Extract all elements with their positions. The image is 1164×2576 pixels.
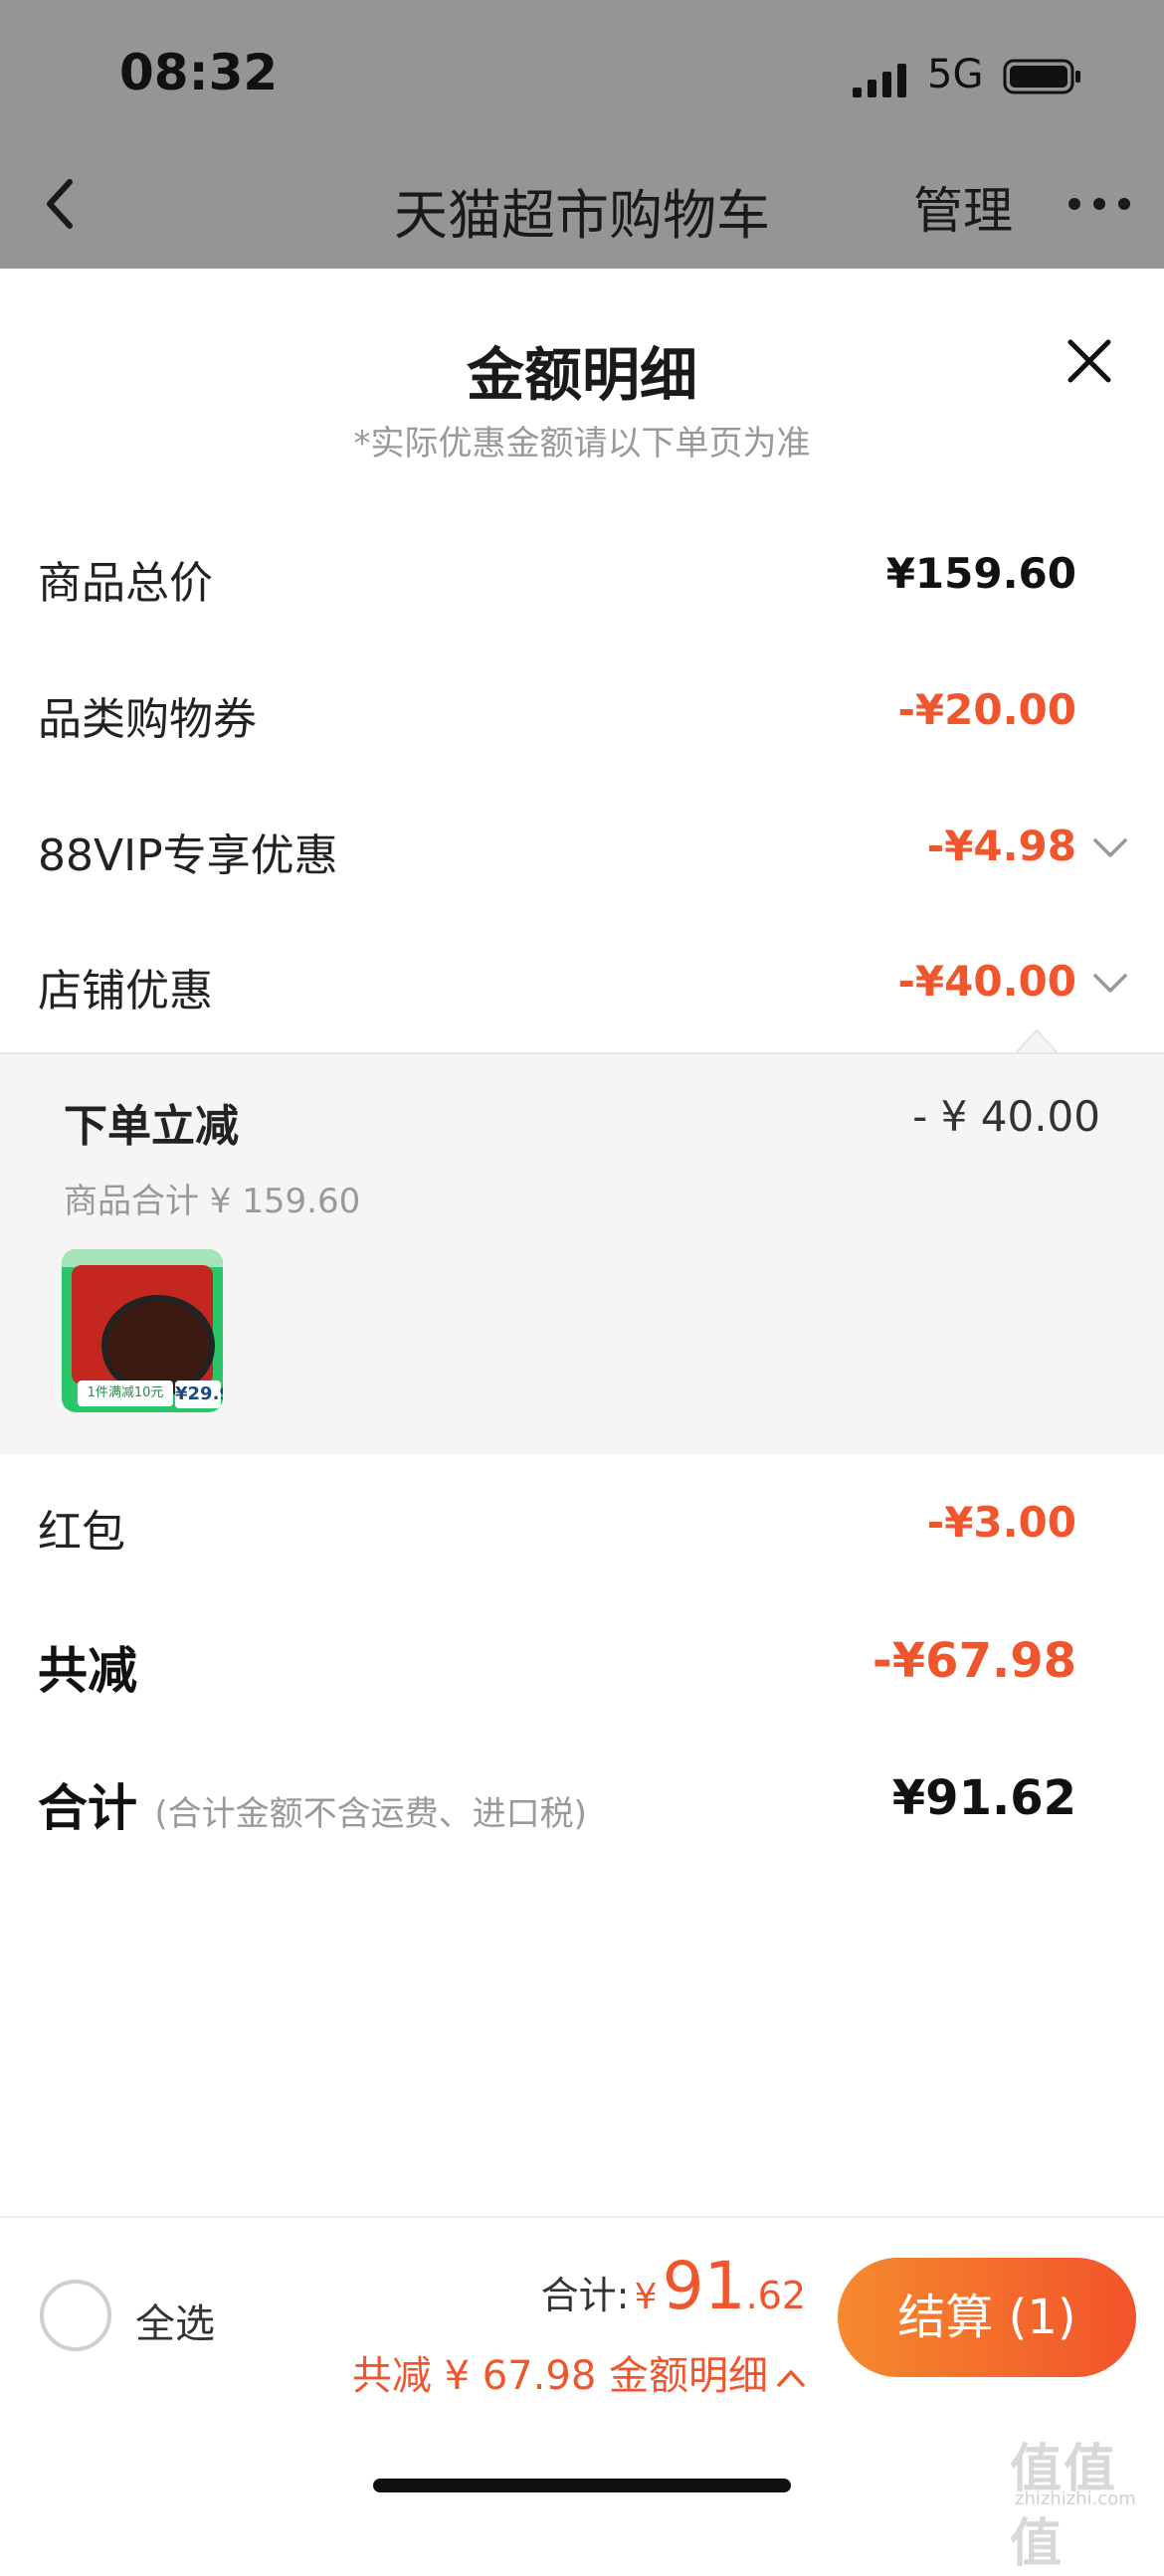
sheet-note: *实际优惠金额请以下单页为准 — [353, 424, 811, 463]
row-value: -¥67.98 — [872, 1633, 1076, 1689]
dimmed-header: 08:32 5G 天猫超市购物车 管理 — [0, 0, 1164, 269]
discount-subtotal: 商品合计 ¥ 159.60 — [64, 1182, 361, 1221]
discount-amount: - ¥ 40.00 — [912, 1092, 1100, 1141]
close-icon[interactable] — [1065, 336, 1114, 386]
total-integer: 91 — [662, 2248, 746, 2324]
row-value: ¥91.62 — [891, 1770, 1076, 1826]
product-thumbnail[interactable]: 1件满减10元 ¥29.9 — [62, 1249, 223, 1412]
more-icon[interactable] — [1065, 189, 1134, 219]
row-value: -¥40.00 — [897, 957, 1076, 1006]
store-discount-panel: 下单立减 - ¥ 40.00 商品合计 ¥ 159.60 1件满减10元 ¥29… — [0, 1052, 1164, 1454]
network-type: 5G — [927, 52, 984, 97]
watermark-text: zhizhizhi.com — [1015, 2488, 1136, 2509]
row-total-saved: 共减 -¥67.98 — [0, 1619, 1164, 1700]
row-value: ¥159.60 — [885, 549, 1076, 598]
chevron-up-icon[interactable] — [776, 2368, 806, 2388]
total-decimal: .62 — [745, 2274, 806, 2317]
manage-button[interactable]: 管理 — [913, 171, 1013, 243]
amount-detail-sheet: 金额明细 *实际优惠金额请以下单页为准 商品总价 ¥159.60 品类购物券 -… — [0, 269, 1164, 2518]
battery-icon — [1003, 59, 1080, 94]
thumb-price: ¥29.9 — [175, 1380, 223, 1408]
row-label: 合计 (合计金额不含运费、进口税) — [38, 1768, 587, 1840]
row-value: -¥3.00 — [926, 1498, 1076, 1547]
chevron-down-icon[interactable] — [1092, 973, 1128, 995]
thumb-badge: 1件满减10元 — [78, 1380, 173, 1406]
row-label: 商品总价 — [38, 558, 213, 609]
saved-text: 共减 ¥ 67.98 金额明细 — [351, 2353, 768, 2399]
row-label: 共减 — [38, 1642, 137, 1700]
select-all-radio[interactable] — [40, 2280, 111, 2351]
row-store-discount[interactable]: 店铺优惠 -¥40.00 — [0, 943, 1164, 1022]
total-label: 合计: — [540, 2274, 630, 2317]
row-label: 店铺优惠 — [38, 966, 213, 1016]
row-value: -¥20.00 — [897, 685, 1076, 734]
signal-icon — [853, 64, 906, 97]
select-all-label[interactable]: 全选 — [135, 2292, 215, 2349]
row-red-packet: 红包 -¥3.00 — [0, 1484, 1164, 1564]
row-value: -¥4.98 — [926, 822, 1076, 870]
grand-total-label: 合计 — [38, 1779, 137, 1837]
amount-detail-toggle[interactable]: 共减 ¥ 67.98 金额明细 — [352, 2343, 806, 2401]
discount-title: 下单立减 — [64, 1101, 239, 1152]
checkout-button[interactable]: 结算 (1) — [838, 2258, 1136, 2377]
thumb-package — [72, 1265, 215, 1396]
row-category-coupon: 品类购物券 -¥20.00 — [0, 671, 1164, 751]
status-time: 08:32 — [119, 44, 279, 101]
panel-caret-icon — [1015, 1028, 1059, 1054]
row-label: 品类购物券 — [38, 694, 257, 745]
row-goods-total: 商品总价 ¥159.60 — [0, 535, 1164, 615]
grand-total-note: (合计金额不含运费、进口税) — [154, 1794, 587, 1834]
checkout-bar: 全选 合计: ¥ 91.62 共减 ¥ 67.98 金额明细 结算 (1) — [0, 2216, 1164, 2520]
row-grand-total: 合计 (合计金额不含运费、进口税) ¥91.62 — [0, 1756, 1164, 1837]
sheet-title: 金额明细 — [466, 341, 697, 409]
row-88vip-discount[interactable]: 88VIP专享优惠 -¥4.98 — [0, 808, 1164, 887]
row-label: 红包 — [38, 1507, 125, 1558]
bottom-total: 合计: ¥ 91.62 — [541, 2248, 806, 2324]
chevron-down-icon[interactable] — [1092, 837, 1128, 859]
row-label: 88VIP专享优惠 — [38, 830, 338, 881]
total-currency: ¥ — [634, 2277, 658, 2317]
home-indicator[interactable] — [373, 2479, 791, 2492]
